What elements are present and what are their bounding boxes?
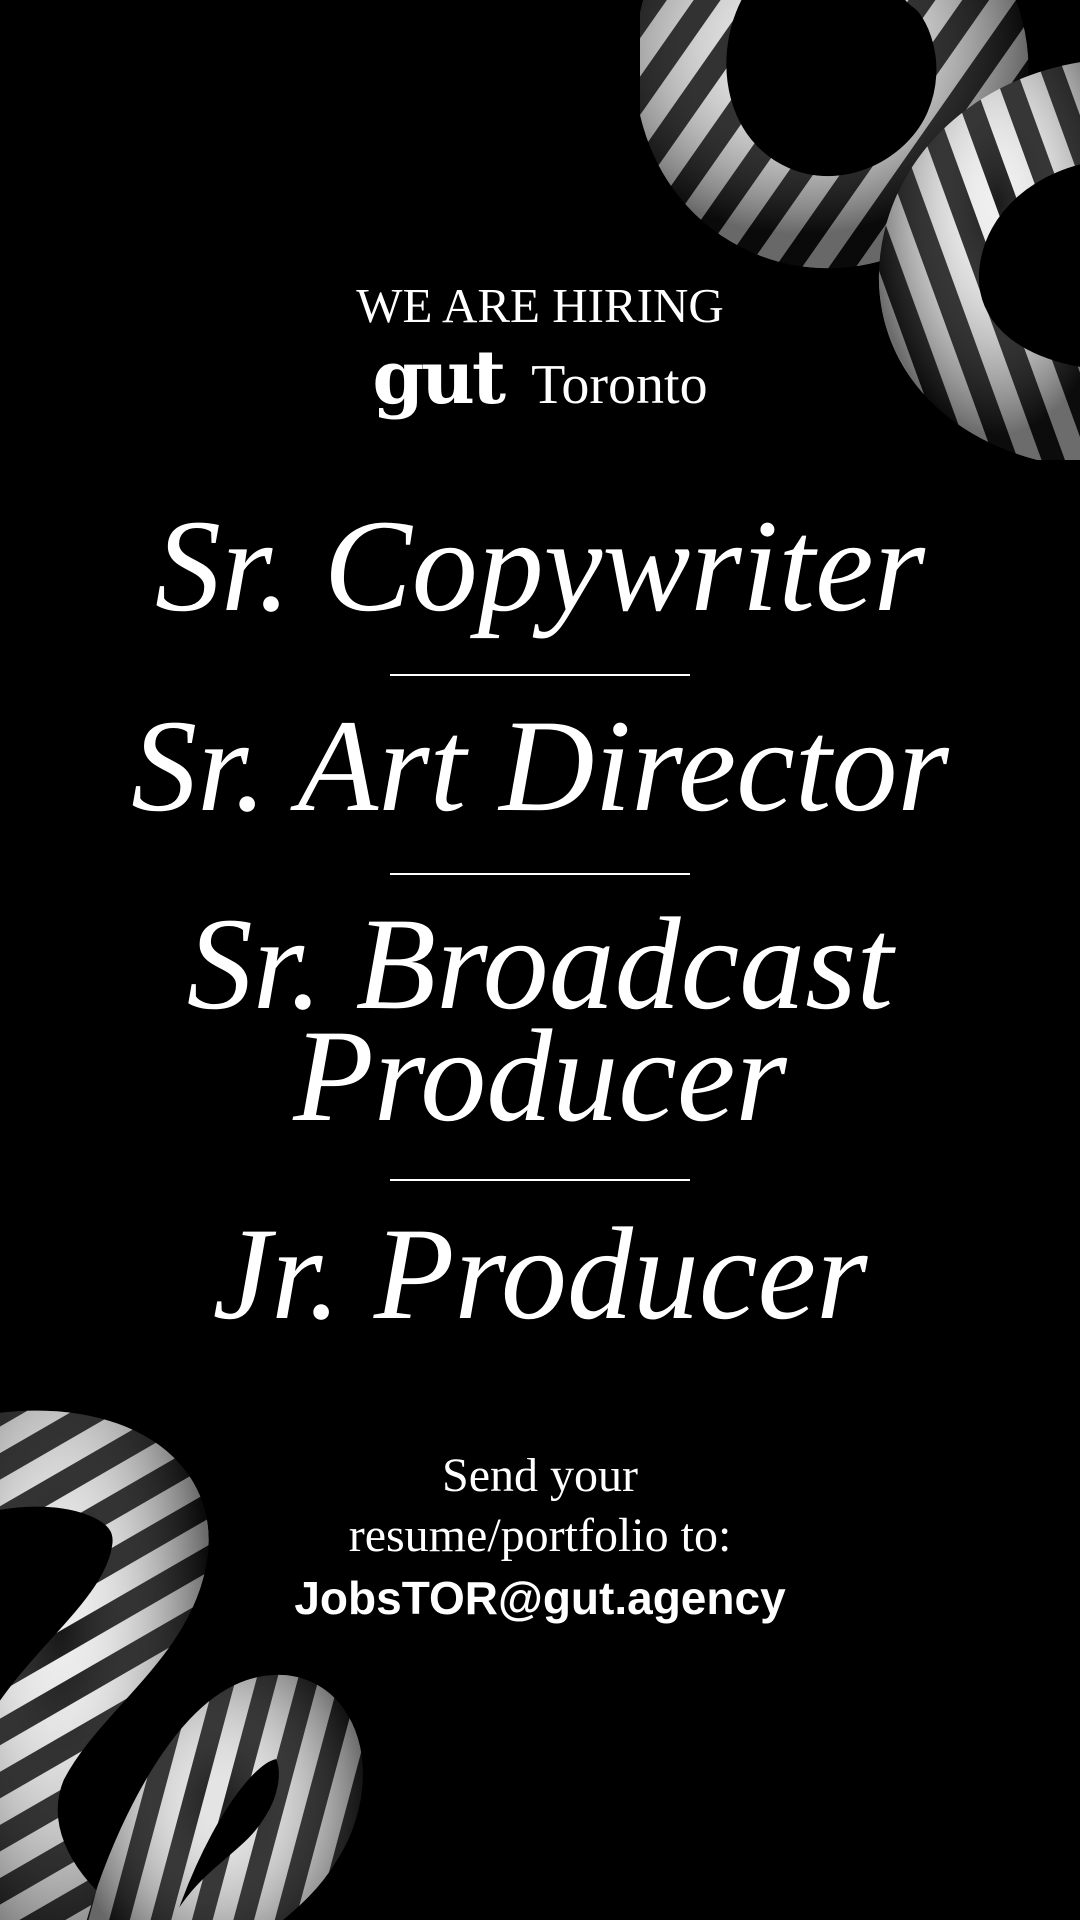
brand-city: Toronto	[531, 354, 708, 416]
cta-line-1: Send your	[442, 1449, 638, 1502]
divider	[390, 873, 690, 875]
job-title-broadcast-producer: Sr. Broadcast Producer	[0, 898, 1080, 1149]
brand-line: gut Toronto	[0, 338, 1080, 418]
job-title-art-director: Sr. Art Director	[131, 692, 949, 839]
divider	[390, 1179, 690, 1181]
cta-line-2: resume/portfolio to:	[348, 1509, 732, 1562]
contact-email-link[interactable]: JobsTOR@gut.agency	[0, 1568, 1080, 1628]
job-title-jr-producer: Jr. Producer	[212, 1200, 868, 1347]
job-title-copywriter: Sr. Copywriter	[154, 492, 926, 639]
job-title-broadcast-producer-line-2: Producer	[293, 1002, 787, 1149]
brand-logo: gut	[372, 335, 506, 421]
divider	[390, 674, 690, 676]
hiring-poster: WE ARE HIRING gut Toronto Sr. Copywriter…	[0, 0, 1080, 1920]
hiring-heading: WE ARE HIRING	[356, 278, 724, 333]
